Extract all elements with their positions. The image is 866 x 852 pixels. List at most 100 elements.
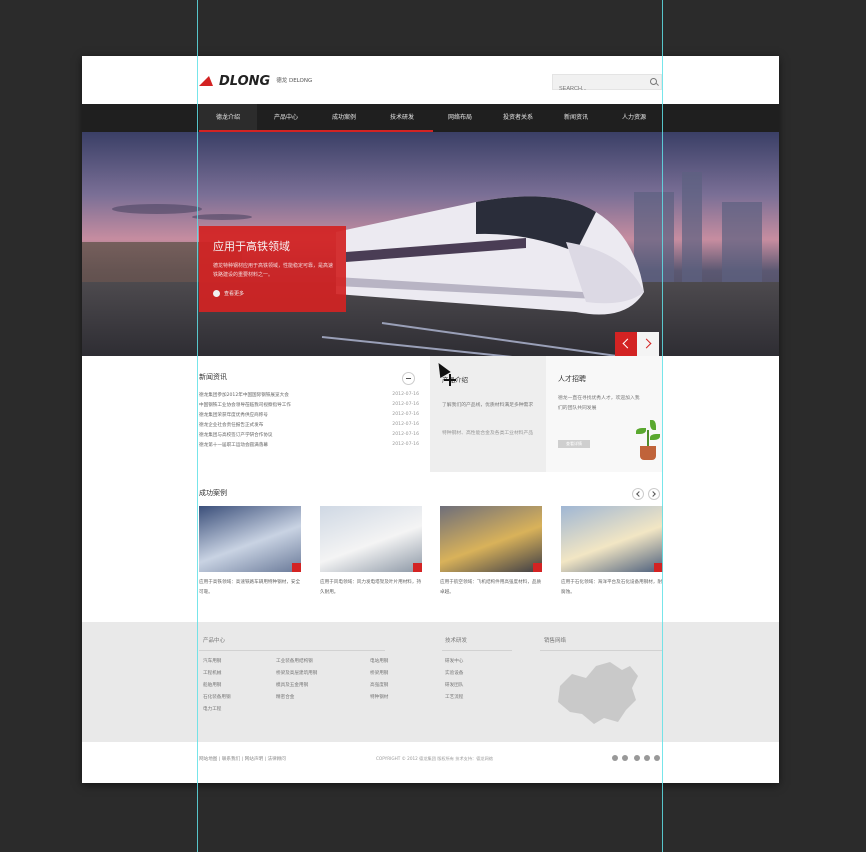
news-item[interactable]: 德龙第十一届职工运动会圆满落幕 2012-07-16: [199, 442, 419, 452]
nav-item[interactable]: 人力资源: [605, 104, 663, 132]
banner-next-button[interactable]: [637, 332, 659, 356]
case-card[interactable]: 应用于航空领域：飞机结构件用高强度材料，品质卓越。: [440, 506, 542, 598]
footer-link[interactable]: 精密合金: [276, 694, 294, 700]
news-item[interactable]: 中国钢铁工业协会领导莅临我司视察指导工作 2012-07-16: [199, 402, 419, 412]
bottom-bar: 网站地图 | 联系我们 | 网站声明 | 法律顾问 COPYRIGHT © 20…: [82, 742, 779, 783]
site-footer: 产品中心 技术研发 销售网络 汽车用钢工程机械船舶用钢石化装备用钢 电力工程 工业装…: [82, 622, 779, 742]
footer-link[interactable]: 电站用钢: [370, 658, 388, 664]
cloud-shape: [192, 214, 252, 220]
banner-text: 德龙特种钢材应用于高铁领域，性能稳定可靠，是高速铁路建设的重要材料之一。: [213, 263, 334, 278]
chevron-left-icon: [622, 338, 633, 349]
case-link-icon[interactable]: [413, 563, 422, 572]
banner-prev-button[interactable]: [615, 332, 637, 356]
banner-more-label: 查看更多: [224, 291, 245, 297]
chevron-right-icon: [650, 491, 656, 497]
footer-link[interactable]: 工业装备用结构钢: [276, 658, 313, 664]
news-section: 新闻资讯 德龙集团参加2012年中国国际钢铁展览大会 2012-07-16 中国钢铁…: [199, 366, 419, 476]
case-link-icon[interactable]: [533, 563, 542, 572]
news-item[interactable]: 德龙集团荣获年度优秀供应商称号 2012-07-16: [199, 412, 419, 422]
banner-more-link[interactable]: 查看更多: [213, 290, 244, 297]
weibo-icon[interactable]: [612, 755, 618, 761]
footer-network-title: 销售网络: [544, 638, 567, 644]
search-box: [552, 74, 662, 96]
nav-item[interactable]: 投资者关系: [489, 104, 547, 132]
news-list: 德龙集团参加2012年中国国际钢铁展览大会 2012-07-16 中国钢铁工业协会领…: [199, 392, 419, 452]
footer-link[interactable]: 研发中心: [445, 658, 463, 664]
qq-icon[interactable]: [634, 755, 640, 761]
main-nav: 德龙介绍 产品中心 成功案例 技术研发 网络布局 投资者关系 新闻资讯 人力资源: [82, 104, 779, 132]
product-intro-subtext: 特种钢材、高性能合金及各类工业材料产品: [442, 431, 534, 436]
footer-link[interactable]: 高强度钢: [370, 682, 388, 688]
news-item[interactable]: 德龙集团与高校签订产学研合作协议 2012-07-16: [199, 432, 419, 442]
news-item-date: 2012-07-16: [392, 392, 419, 397]
footer-link[interactable]: 桥梁及高层建筑用钢: [276, 670, 317, 676]
news-item-date: 2012-07-16: [392, 422, 419, 427]
divider: [540, 650, 662, 651]
chevron-right-icon: [641, 338, 652, 349]
case-image: [440, 506, 542, 572]
case-image: [320, 506, 422, 572]
recruitment-text: 德龙一直在寻找优秀人才，欢迎加入我们的团队共同发展: [558, 396, 640, 411]
news-title: 新闻资讯: [199, 373, 227, 381]
logo-mark-icon: [199, 76, 213, 86]
case-card[interactable]: 应用于石化领域：海洋平台及石化设备用钢材，耐腐蚀。: [561, 506, 663, 598]
plant-image: [632, 416, 660, 464]
case-text: 应用于航空领域：飞机结构件用高强度材料，品质卓越。: [440, 580, 542, 595]
footer-link[interactable]: 研发团队: [445, 682, 463, 688]
nav-item[interactable]: 德龙介绍: [199, 104, 257, 132]
cases-next-button[interactable]: [648, 488, 660, 500]
news-item-date: 2012-07-16: [392, 432, 419, 437]
tencent-icon[interactable]: [622, 755, 628, 761]
footer-link[interactable]: 石化装备用钢: [203, 694, 231, 700]
case-link-icon[interactable]: [292, 563, 301, 572]
news-item-title: 德龙集团参加2012年中国国际钢铁展览大会: [199, 393, 289, 398]
recruitment-title: 人才招聘: [558, 375, 586, 383]
case-card[interactable]: 应用于风电领域：风力发电塔架及叶片用材料，持久耐用。: [320, 506, 422, 598]
footer-link[interactable]: 工艺流程: [445, 694, 463, 700]
nav-item[interactable]: 新闻资讯: [547, 104, 605, 132]
logo-subtitle: 德龙 DELONG: [276, 77, 313, 84]
city-building: [722, 202, 762, 292]
guide-line-right: [662, 0, 663, 852]
news-more-button[interactable]: [402, 372, 415, 385]
search-input[interactable]: [553, 82, 647, 96]
cloud-shape: [112, 204, 202, 214]
nav-item[interactable]: 技术研发: [373, 104, 431, 132]
footer-link[interactable]: 工程机械: [203, 670, 221, 676]
rss-icon[interactable]: [654, 755, 660, 761]
nav-item[interactable]: 成功案例: [315, 104, 373, 132]
news-item[interactable]: 德龙集团参加2012年中国国际钢铁展览大会 2012-07-16: [199, 392, 419, 402]
more-arrow-icon: [213, 290, 220, 297]
footer-link[interactable]: 实验设备: [445, 670, 463, 676]
case-card[interactable]: 应用于高铁领域：高速铁路车辆用特种钢材，安全可靠。: [199, 506, 301, 598]
footer-link[interactable]: 模具及五金用钢: [276, 682, 308, 688]
case-image: [561, 506, 663, 572]
footer-tech-title: 技术研发: [445, 638, 468, 644]
cases-prev-button[interactable]: [632, 488, 644, 500]
china-map-image: [558, 662, 638, 724]
search-icon[interactable]: [650, 78, 657, 85]
footer-link[interactable]: 船舶用钢: [203, 682, 221, 688]
footer-link[interactable]: 特种钢材: [370, 694, 388, 700]
footer-link[interactable]: 桥梁用钢: [370, 670, 388, 676]
news-item[interactable]: 德龙企业社会责任报告正式发布 2012-07-16: [199, 422, 419, 432]
case-text: 应用于风电领域：风力发电塔架及叶片用材料，持久耐用。: [320, 580, 422, 595]
product-intro-text: 了解我们的产品线，优质材料满足多种需求: [442, 403, 534, 408]
divider: [199, 650, 385, 651]
recruitment-box: 人才招聘 德龙一直在寻找优秀人才，欢迎加入我们的团队共同发展 查看详情: [546, 356, 662, 472]
logo-text: DLONG: [219, 73, 271, 89]
footer-link[interactable]: 电力工程: [203, 706, 221, 712]
news-item-title: 德龙集团荣获年度优秀供应商称号: [199, 413, 268, 418]
move-cursor-icon: [444, 374, 456, 386]
logo[interactable]: DLONG 德龙 DELONG: [199, 73, 312, 89]
bottom-links[interactable]: 网站地图 | 联系我们 | 网站声明 | 法律顾问: [199, 756, 286, 762]
weixin-icon[interactable]: [644, 755, 650, 761]
nav-item[interactable]: 网络布局: [431, 104, 489, 132]
nav-item[interactable]: 产品中心: [257, 104, 315, 132]
news-item-date: 2012-07-16: [392, 402, 419, 407]
footer-link[interactable]: 汽车用钢: [203, 658, 221, 664]
recruitment-button[interactable]: 查看详情: [558, 440, 590, 448]
news-item-title: 中国钢铁工业协会领导莅临我司视察指导工作: [199, 403, 291, 408]
case-image: [199, 506, 301, 572]
footer-products-title: 产品中心: [203, 638, 226, 644]
